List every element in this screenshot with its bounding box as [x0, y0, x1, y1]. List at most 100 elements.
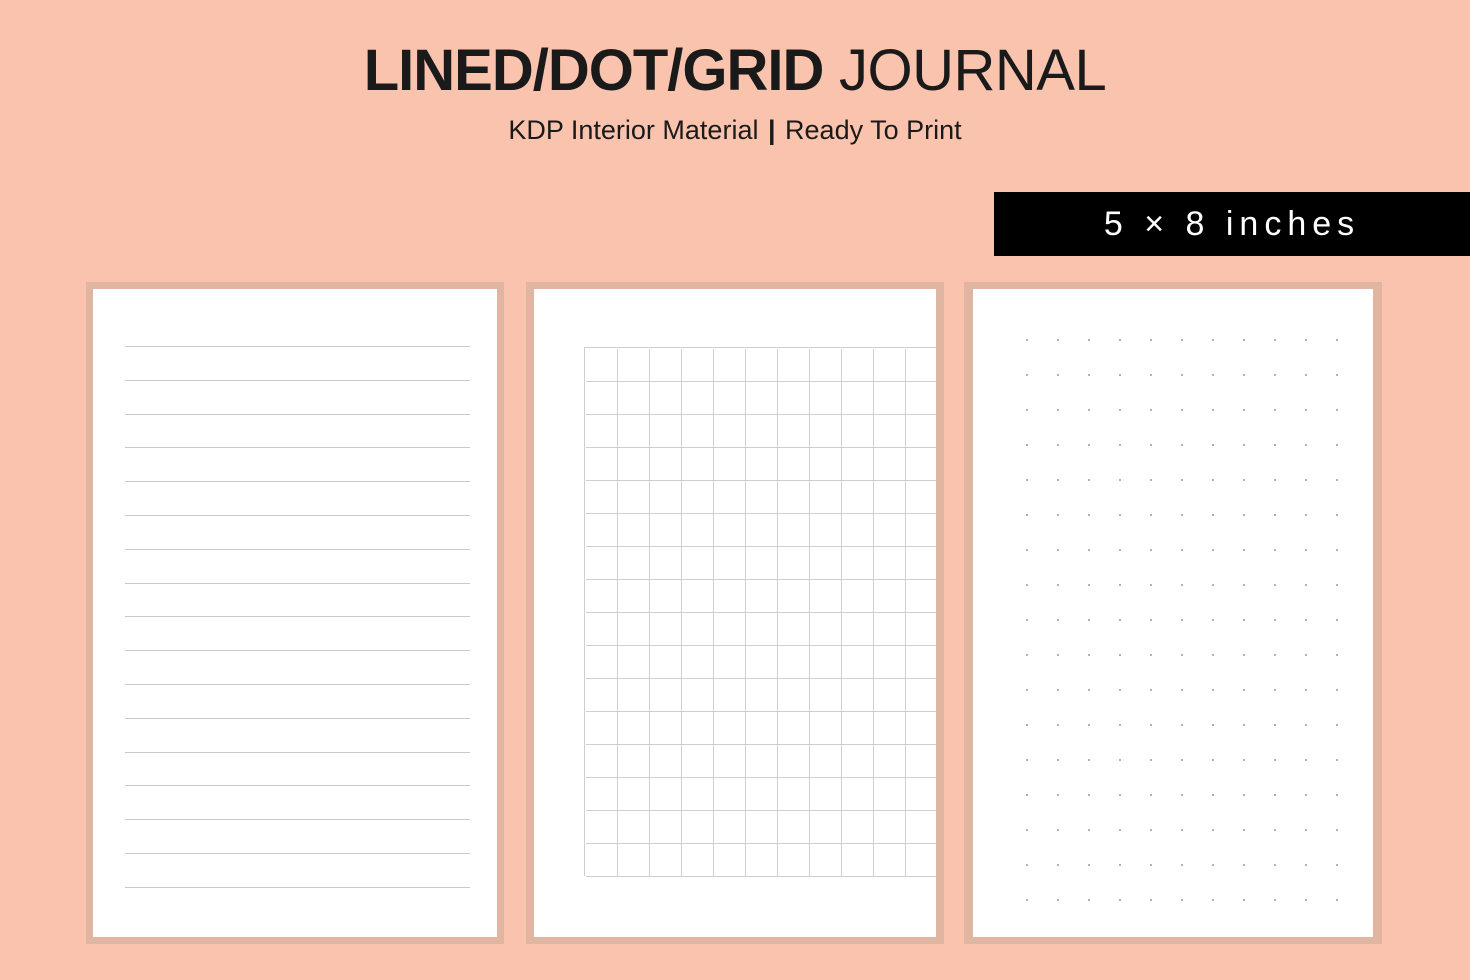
grid-cell — [810, 580, 842, 613]
grid-dot — [1026, 339, 1028, 341]
grid-dot — [1336, 619, 1338, 621]
grid-cell — [682, 580, 714, 613]
grid-cell — [714, 448, 746, 481]
grid-dot — [1305, 724, 1307, 726]
grid-dot — [1274, 899, 1276, 901]
grid-dot — [1305, 479, 1307, 481]
grid-dot — [1057, 339, 1059, 341]
grid-cell — [650, 844, 682, 877]
grid-cell — [586, 514, 618, 547]
grid-cell — [714, 646, 746, 679]
grid-cell — [586, 415, 618, 448]
grid-dot — [1088, 374, 1090, 376]
grid-cell — [650, 778, 682, 811]
grid-cell — [746, 778, 778, 811]
grid-dot — [1057, 759, 1059, 761]
grid-dot — [1274, 794, 1276, 796]
grid-cell — [746, 580, 778, 613]
grid-cell — [810, 415, 842, 448]
grid-cell — [714, 844, 746, 877]
grid-cell — [586, 646, 618, 679]
grid-dot — [1088, 444, 1090, 446]
grid-cell — [746, 679, 778, 712]
grid-cell — [618, 415, 650, 448]
grid-cell — [842, 349, 874, 382]
grid-cell — [778, 547, 810, 580]
grid-cell — [618, 547, 650, 580]
grid-dot — [1243, 724, 1245, 726]
grid-cell — [906, 382, 936, 415]
grid-dot — [1150, 584, 1152, 586]
grid-cell — [714, 778, 746, 811]
grid-cell — [778, 580, 810, 613]
grid-dot — [1212, 689, 1214, 691]
dot-rules — [1026, 339, 1338, 901]
grid-cell — [618, 811, 650, 844]
grid-dot — [1057, 409, 1059, 411]
rule-line — [125, 684, 470, 685]
grid-cell — [874, 844, 906, 877]
grid-dot — [1057, 864, 1059, 866]
grid-cell — [682, 811, 714, 844]
grid-dot — [1181, 689, 1183, 691]
grid-dot — [1088, 339, 1090, 341]
grid-cell — [906, 811, 936, 844]
rule-line — [125, 515, 470, 516]
grid-cell — [746, 415, 778, 448]
grid-dot — [1212, 619, 1214, 621]
lined-rules — [125, 346, 470, 888]
grid-dot — [1057, 899, 1059, 901]
grid-dot — [1336, 759, 1338, 761]
grid-cell — [714, 580, 746, 613]
grid-dot — [1212, 794, 1214, 796]
grid-dot — [1181, 724, 1183, 726]
grid-cell — [906, 778, 936, 811]
grid-dot — [1305, 549, 1307, 551]
grid-cell — [874, 547, 906, 580]
grid-cell — [842, 811, 874, 844]
grid-cell — [650, 448, 682, 481]
grid-dot — [1243, 479, 1245, 481]
grid-dot — [1088, 619, 1090, 621]
grid-dot — [1026, 584, 1028, 586]
grid-dot — [1150, 829, 1152, 831]
grid-dot — [1150, 479, 1152, 481]
grid-dot — [1119, 654, 1121, 656]
grid-cell — [778, 679, 810, 712]
grid-dot — [1181, 444, 1183, 446]
grid-dot — [1274, 374, 1276, 376]
grid-cell — [906, 646, 936, 679]
grid-dot — [1305, 619, 1307, 621]
grid-cell — [714, 481, 746, 514]
grid-dot — [1026, 689, 1028, 691]
grid-dot — [1057, 654, 1059, 656]
grid-dot — [1150, 759, 1152, 761]
grid-dot — [1212, 864, 1214, 866]
size-badge: 5 × 8 inches — [994, 192, 1470, 256]
grid-cell — [682, 646, 714, 679]
grid-cell — [682, 745, 714, 778]
grid-cell — [906, 613, 936, 646]
grid-cell — [810, 778, 842, 811]
rule-line — [125, 447, 470, 448]
grid-dot — [1181, 409, 1183, 411]
rule-line — [125, 752, 470, 753]
grid-cell — [682, 415, 714, 448]
grid-dot — [1212, 899, 1214, 901]
grid-cell — [874, 514, 906, 547]
grid-cell — [778, 349, 810, 382]
rule-line — [125, 853, 470, 854]
grid-cell — [906, 580, 936, 613]
grid-cell — [714, 547, 746, 580]
page-title-bold: LINED/DOT/GRID — [363, 38, 825, 103]
grid-cell — [714, 382, 746, 415]
grid-cell — [618, 712, 650, 745]
grid-dot — [1026, 479, 1028, 481]
grid-cell — [778, 448, 810, 481]
grid-cell — [842, 712, 874, 745]
grid-dot — [1305, 864, 1307, 866]
grid-cell — [906, 448, 936, 481]
grid-dot — [1026, 899, 1028, 901]
grid-dot — [1150, 514, 1152, 516]
grid-cell — [810, 547, 842, 580]
